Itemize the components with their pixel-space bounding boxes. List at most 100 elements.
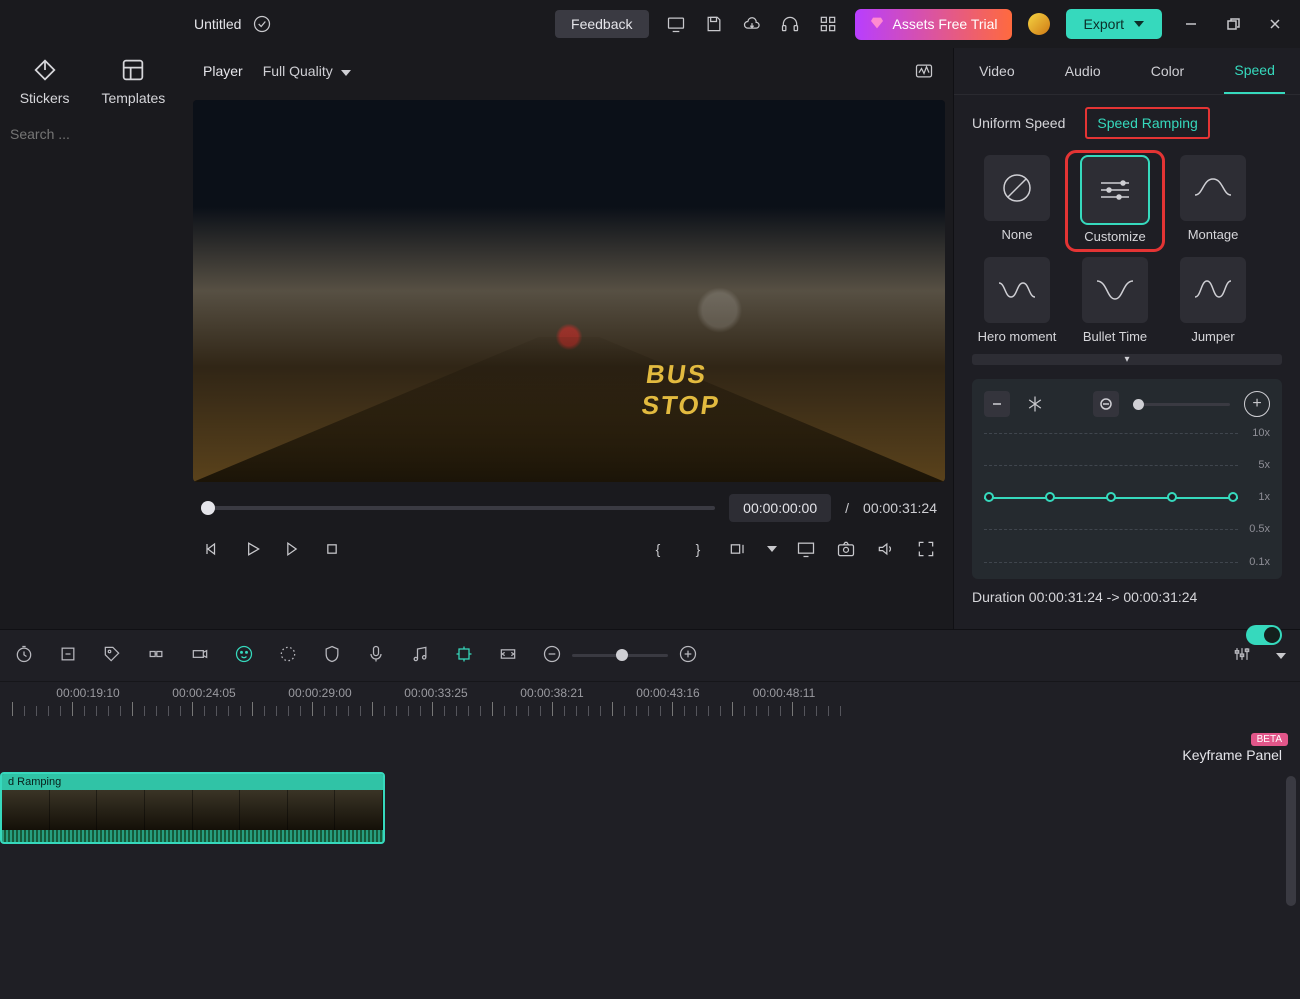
tl-shield-icon[interactable] bbox=[322, 644, 342, 667]
screen-icon[interactable] bbox=[795, 538, 817, 560]
bracket-right-icon[interactable]: } bbox=[687, 538, 709, 560]
curve-tool-remove-point[interactable] bbox=[1093, 391, 1119, 417]
play-button[interactable] bbox=[241, 538, 263, 560]
preview-overlay-text: BUS STOP bbox=[640, 359, 727, 421]
chevron-down-icon bbox=[341, 70, 351, 76]
project-title[interactable]: Untitled bbox=[194, 13, 273, 35]
fullscreen-icon[interactable] bbox=[915, 538, 937, 560]
project-title-text: Untitled bbox=[194, 16, 241, 32]
snapshot-icon[interactable] bbox=[835, 538, 857, 560]
apps-icon[interactable] bbox=[817, 13, 839, 35]
timeline-scrollbar[interactable] bbox=[1286, 776, 1296, 939]
uniform-speed-tab[interactable]: Uniform Speed bbox=[972, 115, 1065, 131]
waveform-icon[interactable] bbox=[913, 60, 935, 82]
y-label: 1x bbox=[1258, 491, 1270, 503]
stickers-label: Stickers bbox=[20, 90, 70, 106]
tab-color[interactable]: Color bbox=[1141, 49, 1194, 93]
tl-mixer-icon[interactable] bbox=[1232, 644, 1252, 667]
volume-icon[interactable] bbox=[875, 538, 897, 560]
play-forward-button[interactable] bbox=[281, 538, 303, 560]
prev-frame-button[interactable] bbox=[201, 538, 223, 560]
timecode-current: 00:00:00:00 bbox=[729, 494, 831, 522]
maximize-button[interactable] bbox=[1220, 11, 1246, 37]
curve-add-point[interactable]: + bbox=[1244, 391, 1270, 417]
presets-expand[interactable]: ▾ bbox=[972, 354, 1282, 365]
timeline-ruler[interactable]: 00:00:19:10 00:00:24:05 00:00:29:00 00:00:3… bbox=[0, 682, 1300, 716]
tl-mic-icon[interactable] bbox=[366, 644, 386, 667]
tl-mixer-chevron[interactable] bbox=[1276, 653, 1286, 659]
freeze-icon[interactable] bbox=[1024, 393, 1046, 415]
ruler-timecode: 00:00:43:16 bbox=[636, 686, 699, 700]
templates-tab[interactable]: Templates bbox=[101, 56, 165, 106]
y-label: 5x bbox=[1258, 459, 1270, 471]
bracket-left-icon[interactable]: { bbox=[647, 538, 669, 560]
preset-hero[interactable]: Hero moment bbox=[972, 257, 1062, 345]
curve-slider[interactable] bbox=[1133, 403, 1230, 406]
headphones-icon[interactable] bbox=[779, 13, 801, 35]
zoom-out-button[interactable] bbox=[542, 644, 562, 667]
speed-ramping-tab[interactable]: Speed Ramping bbox=[1085, 107, 1209, 139]
preset-jumper[interactable]: Jumper bbox=[1168, 257, 1258, 345]
speed-curve-graph[interactable]: 10x 5x 1x 0.5x 0.1x bbox=[984, 427, 1270, 567]
save-icon[interactable] bbox=[703, 13, 725, 35]
ruler-timecode: 00:00:24:05 bbox=[172, 686, 235, 700]
tab-video[interactable]: Video bbox=[969, 49, 1025, 93]
quality-select[interactable]: Full Quality bbox=[263, 63, 351, 79]
ruler-timecode: 00:00:48:11 bbox=[753, 686, 816, 700]
ruler-timecode: 00:00:19:10 bbox=[56, 686, 119, 700]
zoom-in-button[interactable] bbox=[678, 644, 698, 667]
curve-tool-minus[interactable] bbox=[984, 391, 1010, 417]
feedback-button[interactable]: Feedback bbox=[555, 10, 648, 38]
duration-readout: Duration 00:00:31:24 -> 00:00:31:24 bbox=[954, 579, 1300, 605]
stickers-tab[interactable]: Stickers bbox=[20, 56, 70, 106]
scrubber[interactable] bbox=[201, 506, 715, 510]
ratio-icon[interactable] bbox=[727, 538, 749, 560]
ruler-timecode: 00:00:33:25 bbox=[404, 686, 467, 700]
zoom-slider[interactable] bbox=[572, 654, 668, 657]
ratio-chevron-icon[interactable] bbox=[767, 546, 777, 552]
tl-ai-icon[interactable] bbox=[454, 644, 474, 667]
timeline-clip[interactable]: d Ramping bbox=[0, 772, 385, 844]
tl-timer-icon[interactable] bbox=[14, 644, 34, 667]
y-label: 0.5x bbox=[1249, 523, 1270, 535]
assets-trial-label: Assets Free Trial bbox=[893, 16, 998, 32]
diamond-icon bbox=[869, 15, 885, 34]
preset-montage[interactable]: Montage bbox=[1168, 155, 1258, 247]
ruler-timecode: 00:00:29:00 bbox=[288, 686, 351, 700]
export-button[interactable]: Export bbox=[1066, 9, 1162, 39]
y-label: 10x bbox=[1252, 427, 1270, 439]
tl-fit-icon[interactable] bbox=[498, 644, 518, 667]
titlebar: Untitled Feedback Assets Free Trial Expo… bbox=[0, 0, 1300, 48]
timecode-separator: / bbox=[845, 500, 849, 516]
preset-none[interactable]: None bbox=[972, 155, 1062, 247]
title-check-icon bbox=[251, 13, 273, 35]
timecode-duration: 00:00:31:24 bbox=[863, 500, 937, 516]
speed-curve-panel: + 10x 5x bbox=[972, 379, 1282, 579]
cloud-icon[interactable] bbox=[741, 13, 763, 35]
assets-trial-button[interactable]: Assets Free Trial bbox=[855, 9, 1012, 40]
tl-camera-icon[interactable] bbox=[190, 644, 210, 667]
player-label: Player bbox=[203, 63, 243, 79]
clip-label: d Ramping bbox=[2, 774, 383, 790]
timeline-panel: 00:00:19:10 00:00:24:05 00:00:29:00 00:00:3… bbox=[0, 629, 1300, 999]
timeline-tracks[interactable]: d Ramping bbox=[0, 716, 1300, 999]
tl-music-icon[interactable] bbox=[410, 644, 430, 667]
close-button[interactable] bbox=[1262, 11, 1288, 37]
tab-audio[interactable]: Audio bbox=[1055, 49, 1111, 93]
preset-customize[interactable]: Customize bbox=[1070, 155, 1160, 247]
scrubber-thumb[interactable] bbox=[201, 501, 215, 515]
preset-bullet[interactable]: Bullet Time bbox=[1070, 257, 1160, 345]
search-input[interactable] bbox=[10, 126, 191, 142]
tab-speed[interactable]: Speed bbox=[1224, 48, 1284, 94]
stop-button[interactable] bbox=[321, 538, 343, 560]
tl-dots-icon[interactable] bbox=[278, 644, 298, 667]
tl-face-icon[interactable] bbox=[234, 644, 254, 667]
monitor-icon[interactable] bbox=[665, 13, 687, 35]
tl-link-icon[interactable] bbox=[146, 644, 166, 667]
tl-select-icon[interactable] bbox=[58, 644, 78, 667]
preview-viewport[interactable]: BUS STOP bbox=[193, 100, 945, 482]
maintain-pitch-toggle[interactable] bbox=[1246, 625, 1282, 645]
tl-tag-icon[interactable] bbox=[102, 644, 122, 667]
theme-icon[interactable] bbox=[1028, 13, 1050, 35]
minimize-button[interactable] bbox=[1178, 11, 1204, 37]
